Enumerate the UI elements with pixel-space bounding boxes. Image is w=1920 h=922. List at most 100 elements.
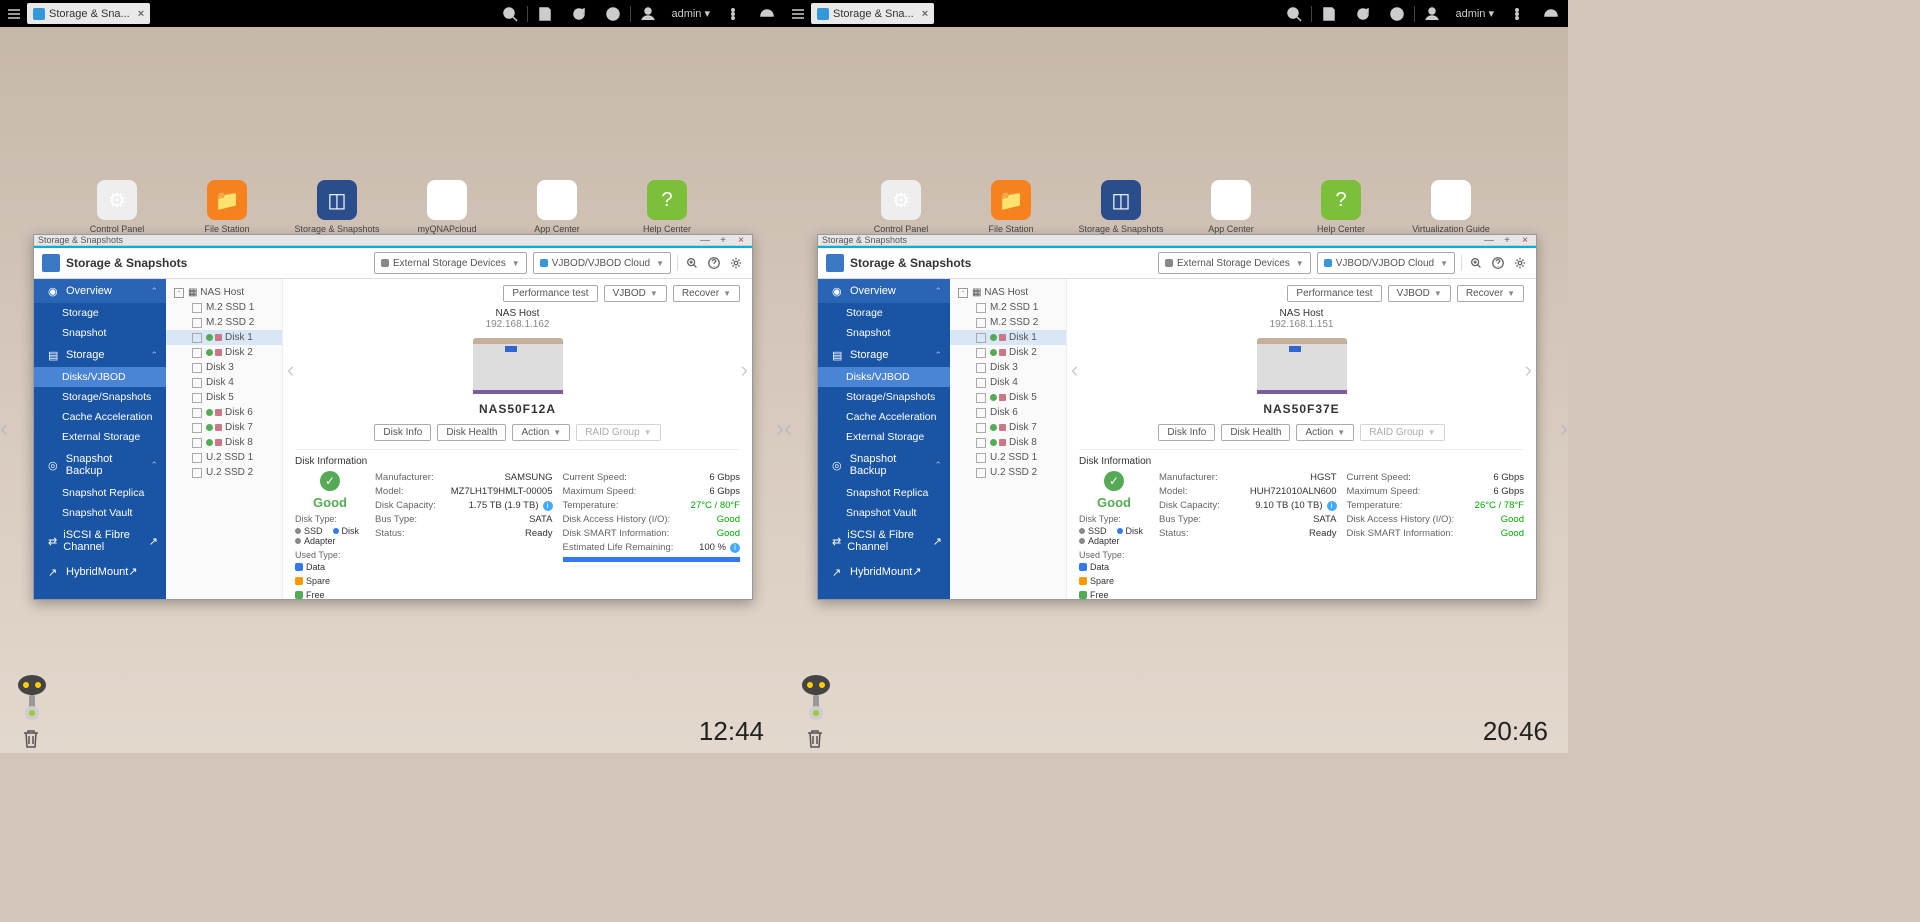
tree-item[interactable]: U.2 SSD 1: [950, 450, 1066, 465]
carousel-prev-icon[interactable]: ‹: [1071, 357, 1078, 383]
nav-iscsi[interactable]: ⇄iSCSI & Fibre Channel↗: [34, 523, 166, 559]
tree-item[interactable]: Disk 4: [166, 375, 282, 390]
tree-item[interactable]: M.2 SSD 1: [950, 300, 1066, 315]
clipboard-icon[interactable]: [1312, 0, 1346, 27]
tree-item[interactable]: Disk 6: [166, 405, 282, 420]
zoom-fit-icon[interactable]: [684, 255, 700, 271]
desktop-app-help-center[interactable]: ? Help Center: [643, 180, 691, 234]
assistant-robot-icon[interactable]: [798, 673, 834, 723]
more-icon[interactable]: [716, 0, 750, 27]
taskbar-tab[interactable]: Storage & Sna... ×: [27, 3, 150, 24]
tree-item[interactable]: Disk 7: [166, 420, 282, 435]
nav-storage[interactable]: ▤Storage⌃: [818, 343, 950, 367]
tab-close-icon[interactable]: ×: [138, 8, 144, 20]
maximize-icon[interactable]: +: [716, 235, 730, 245]
nav-item[interactable]: Storage/Snapshots: [818, 387, 950, 407]
checkbox[interactable]: [976, 303, 986, 313]
checkbox[interactable]: [976, 363, 986, 373]
checkbox[interactable]: [976, 468, 986, 478]
main-menu-icon[interactable]: [784, 0, 811, 27]
tree-item[interactable]: Disk 5: [950, 390, 1066, 405]
taskbar-tab[interactable]: Storage & Sna... ×: [811, 3, 934, 24]
minimize-icon[interactable]: —: [1482, 235, 1496, 245]
vjbod-dropdown[interactable]: VJBOD▼: [604, 285, 667, 302]
checkbox[interactable]: [976, 333, 986, 343]
tree-item[interactable]: Disk 1: [950, 330, 1066, 345]
checkbox[interactable]: [192, 468, 202, 478]
nav-item[interactable]: Cache Acceleration: [818, 407, 950, 427]
desktop-pager-prev[interactable]: ‹: [0, 415, 8, 443]
disk-health-button[interactable]: Disk Health: [1221, 424, 1290, 441]
tree-item[interactable]: M.2 SSD 2: [166, 315, 282, 330]
help-icon[interactable]: [1490, 255, 1506, 271]
desktop-app-file-station[interactable]: 📁 File Station: [987, 180, 1035, 234]
desktop-app-control-panel[interactable]: ⚙ Control Panel: [877, 180, 925, 234]
tree-item[interactable]: Disk 8: [166, 435, 282, 450]
tree-item[interactable]: Disk 5: [166, 390, 282, 405]
desktop-pager-next[interactable]: ›: [776, 415, 784, 443]
checkbox[interactable]: [976, 408, 986, 418]
nav-item[interactable]: Snapshot Vault: [34, 503, 166, 523]
close-icon[interactable]: ×: [734, 235, 748, 245]
dashboard-icon[interactable]: [1534, 0, 1568, 27]
tree-item[interactable]: U.2 SSD 2: [166, 465, 282, 480]
nav-iscsi[interactable]: ⇄iSCSI & Fibre Channel↗: [818, 523, 950, 559]
info-badge-icon[interactable]: i: [1327, 501, 1337, 511]
refresh-icon[interactable]: [1346, 0, 1380, 27]
nav-item[interactable]: Snapshot: [818, 323, 950, 343]
checkbox[interactable]: [192, 363, 202, 373]
desktop-app-virtualization-guide[interactable]: ◆ Virtualization Guide: [1427, 180, 1475, 234]
external-storage-dropdown[interactable]: External Storage Devices▼: [1158, 252, 1311, 274]
nav-item[interactable]: Storage: [34, 303, 166, 323]
tree-item[interactable]: Disk 3: [166, 360, 282, 375]
tree-item[interactable]: Disk 2: [166, 345, 282, 360]
checkbox[interactable]: [976, 318, 986, 328]
more-icon[interactable]: [1500, 0, 1534, 27]
nav-storage[interactable]: ▤Storage⌃: [34, 343, 166, 367]
vjbod-cloud-dropdown[interactable]: VJBOD/VJBOD Cloud▼: [533, 252, 671, 274]
user-menu[interactable]: admin ▾: [665, 7, 716, 20]
window-titlebar[interactable]: Storage & Snapshots — + ×: [818, 235, 1536, 246]
tree-item[interactable]: Disk 8: [950, 435, 1066, 450]
desktop-pager-prev[interactable]: ‹: [784, 415, 792, 443]
info-badge-icon[interactable]: i: [730, 543, 740, 553]
checkbox[interactable]: [192, 438, 202, 448]
info-badge-icon[interactable]: i: [543, 501, 553, 511]
settings-icon[interactable]: [1512, 255, 1528, 271]
user-icon[interactable]: [1415, 0, 1449, 27]
desktop-app-control-panel[interactable]: ⚙ Control Panel: [93, 180, 141, 234]
zoom-fit-icon[interactable]: [1468, 255, 1484, 271]
disk-health-button[interactable]: Disk Health: [437, 424, 506, 441]
desktop-app-app-center[interactable]: ▦ App Center: [533, 180, 581, 234]
nav-item[interactable]: Cache Acceleration: [34, 407, 166, 427]
nav-hybridmount[interactable]: ↗HybridMount↗: [34, 559, 166, 584]
trash-icon[interactable]: [804, 727, 826, 749]
vjbod-cloud-dropdown[interactable]: VJBOD/VJBOD Cloud▼: [1317, 252, 1455, 274]
tab-close-icon[interactable]: ×: [922, 8, 928, 20]
desktop-pager-next[interactable]: ›: [1560, 415, 1568, 443]
tree-host[interactable]: -▦ NAS Host: [166, 285, 282, 300]
carousel-prev-icon[interactable]: ‹: [287, 357, 294, 383]
maximize-icon[interactable]: +: [1500, 235, 1514, 245]
tree-item[interactable]: M.2 SSD 2: [950, 315, 1066, 330]
search-icon[interactable]: [493, 0, 527, 27]
tree-item[interactable]: U.2 SSD 2: [950, 465, 1066, 480]
disk-info-button[interactable]: Disk Info: [1158, 424, 1215, 441]
checkbox[interactable]: [976, 453, 986, 463]
tree-item[interactable]: U.2 SSD 1: [166, 450, 282, 465]
window-titlebar[interactable]: Storage & Snapshots — + ×: [34, 235, 752, 246]
desktop-app-file-station[interactable]: 📁 File Station: [203, 180, 251, 234]
checkbox[interactable]: [192, 453, 202, 463]
nav-hybridmount[interactable]: ↗HybridMount↗: [818, 559, 950, 584]
action-dropdown[interactable]: Action▼: [1296, 424, 1354, 441]
clipboard-icon[interactable]: [528, 0, 562, 27]
checkbox[interactable]: [192, 408, 202, 418]
performance-test-button[interactable]: Performance test: [503, 285, 597, 302]
settings-icon[interactable]: [728, 255, 744, 271]
info-icon[interactable]: [1380, 0, 1414, 27]
refresh-icon[interactable]: [562, 0, 596, 27]
help-icon[interactable]: [706, 255, 722, 271]
checkbox[interactable]: [976, 393, 986, 403]
trash-icon[interactable]: [20, 727, 42, 749]
checkbox[interactable]: [192, 393, 202, 403]
